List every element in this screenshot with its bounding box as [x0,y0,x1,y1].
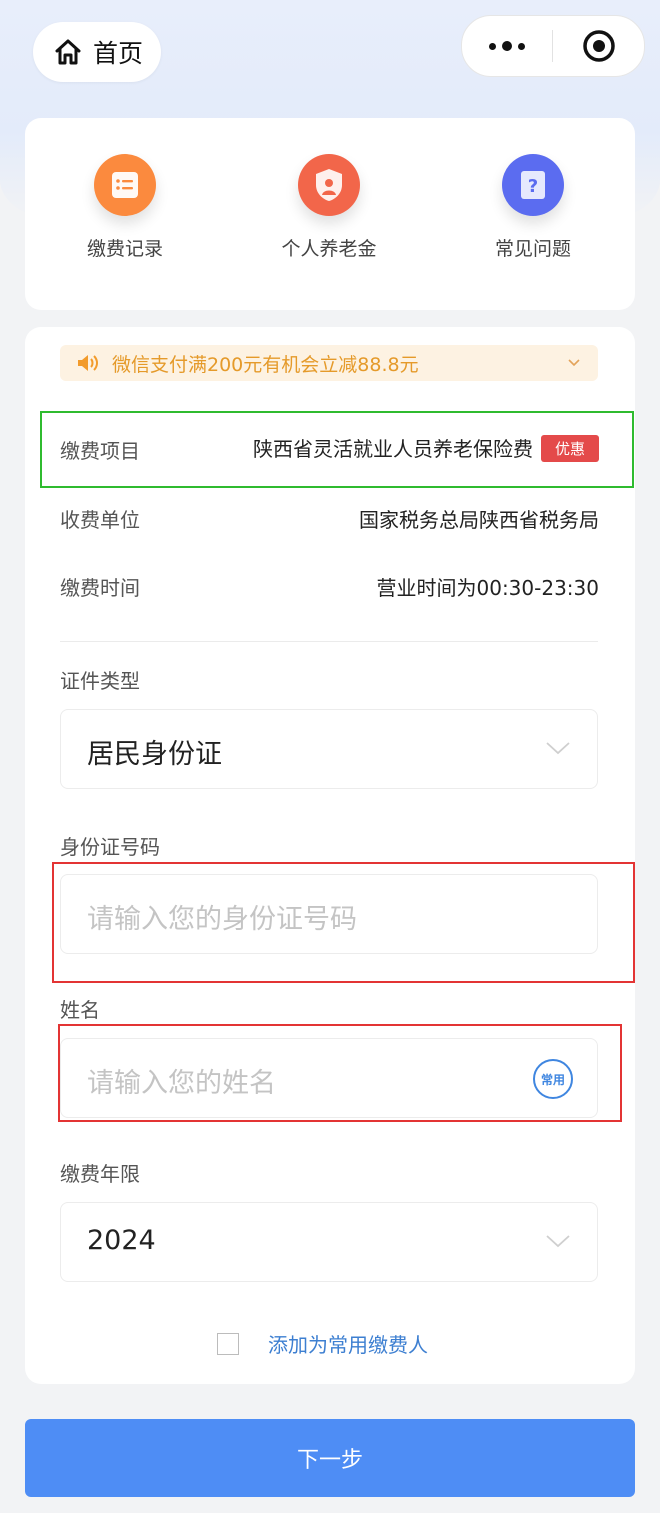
receipt-list-icon [94,154,156,216]
speaker-icon [78,355,98,371]
payment-year-select[interactable]: 2024 [60,1202,598,1282]
chevron-down-icon [568,359,580,367]
quick-link-faq[interactable]: ? 常见问题 [463,154,603,261]
payee-unit-label: 收费单位 [60,508,140,532]
name-label: 姓名 [60,998,100,1022]
payment-time-value: 营业时间为00:30-23:30 [376,576,600,600]
quick-link-label: 个人养老金 [281,238,377,260]
chevron-down-icon [546,1235,570,1248]
id-number-label: 身份证号码 [60,835,160,859]
id-type-select[interactable]: 居民身份证 [60,709,598,789]
miniprogram-capsule [461,15,645,77]
payment-year-value: 2024 [87,1225,156,1256]
question-doc-icon: ? [502,154,564,216]
target-icon [582,30,615,62]
quick-link-label: 常见问题 [494,238,571,260]
next-step-button[interactable]: 下一步 [25,1419,635,1497]
more-button[interactable] [462,41,552,51]
quick-link-personal-pension[interactable]: 个人养老金 [259,154,399,261]
section-divider [60,641,598,642]
more-dot-icon [518,42,525,50]
home-icon [55,39,81,65]
promo-notice[interactable]: 微信支付满200元有机会立减88.8元 [60,345,598,381]
promo-text: 微信支付满200元有机会立减88.8元 [112,353,419,376]
id-type-label: 证件类型 [60,669,140,693]
home-label: 首页 [93,39,144,68]
payment-time-label: 缴费时间 [60,576,140,600]
more-dot-icon [489,42,496,50]
payee-unit-value: 国家税务总局陕西省税务局 [359,508,599,532]
quick-links-card: 缴费记录 个人养老金 ? 常见问题 [25,118,635,310]
chevron-down-icon [546,742,570,755]
highlight-box-red [58,1024,622,1122]
shield-person-icon [298,154,360,216]
payment-year-label: 缴费年限 [60,1162,140,1186]
svg-text:?: ? [528,176,538,197]
add-common-payer-label[interactable]: 添加为常用缴费人 [268,1329,428,1358]
home-button[interactable]: 首页 [33,22,161,82]
more-dot-icon [502,41,512,51]
id-type-value: 居民身份证 [87,739,222,770]
highlight-box-red [52,862,635,983]
quick-link-label: 缴费记录 [86,238,163,260]
close-miniprogram-button[interactable] [553,28,644,64]
add-common-payer-checkbox[interactable] [217,1333,239,1355]
quick-link-payment-records[interactable]: 缴费记录 [55,154,195,261]
highlight-box-green [40,411,634,488]
